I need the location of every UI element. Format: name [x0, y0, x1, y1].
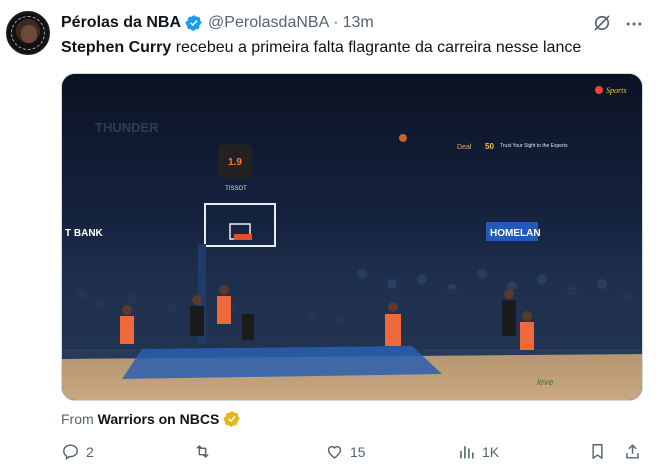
author-handle[interactable]: @PerolasdaNBA: [208, 14, 329, 32]
court-text: leve: [537, 377, 554, 387]
video-media[interactable]: 1.9 TISSOT THUNDER T BANK HOMELAN Deal 5…: [61, 73, 643, 401]
gold-verified-badge-icon: [223, 411, 240, 427]
arena-sign: THUNDER: [95, 120, 159, 135]
bank-sign: T BANK: [65, 228, 104, 239]
tweet-text: Stephen Curry recebeu a primeira falta f…: [61, 37, 581, 59]
video-frame: 1.9 TISSOT THUNDER T BANK HOMELAN Deal 5…: [62, 74, 642, 400]
verified-badge-icon: [185, 15, 202, 31]
repost-icon: [196, 445, 209, 458]
media-attribution: From Warriors on NBCS: [61, 410, 241, 428]
share-button[interactable]: [623, 442, 642, 461]
grok-icon[interactable]: [592, 13, 612, 33]
like-count: 15: [350, 443, 366, 460]
separator-dot: ·: [333, 14, 339, 31]
tweet-bold-name: Stephen Curry: [61, 39, 172, 56]
attribution-prefix: From: [61, 411, 94, 427]
reply-icon: [63, 444, 78, 461]
like-button[interactable]: 15: [325, 442, 366, 461]
ribbon-text: Trust Your Sight to the Experts: [500, 143, 568, 149]
author-name[interactable]: Pérolas da NBA: [61, 14, 181, 32]
reply-button[interactable]: 2: [61, 442, 94, 461]
tweet-body: recebeu a primeira falta flagrante da ca…: [171, 39, 582, 56]
basketball: [399, 134, 407, 142]
tweet-actions: 2 15 1K: [61, 442, 648, 466]
views-chart-icon: [460, 445, 474, 459]
shot-clock-value: 1.9: [228, 157, 242, 168]
home-sign: HOMELAN: [490, 228, 541, 239]
share-icon: [626, 444, 639, 459]
bookmark-button[interactable]: [588, 442, 607, 461]
bookmark-icon: [592, 444, 603, 459]
view-count: 1K: [482, 443, 500, 460]
repost-button[interactable]: [193, 442, 218, 461]
clock-brand: TISSOT: [225, 186, 247, 192]
avatar-face: [21, 25, 37, 43]
views-button[interactable]: 1K: [457, 442, 499, 461]
attribution-source[interactable]: Warriors on NBCS: [98, 411, 220, 427]
deal-text: Deal: [457, 144, 472, 151]
tweet-time[interactable]: 13m: [343, 14, 374, 32]
more-options-icon[interactable]: [624, 14, 644, 34]
heart-icon: [327, 445, 342, 459]
network-logo: Sports: [606, 86, 626, 95]
tweet-header: Pérolas da NBA @PerolasdaNBA · 13m: [61, 11, 648, 35]
author-avatar[interactable]: [6, 11, 50, 55]
ribbon-number: 50: [485, 142, 494, 151]
reply-count: 2: [86, 443, 94, 460]
